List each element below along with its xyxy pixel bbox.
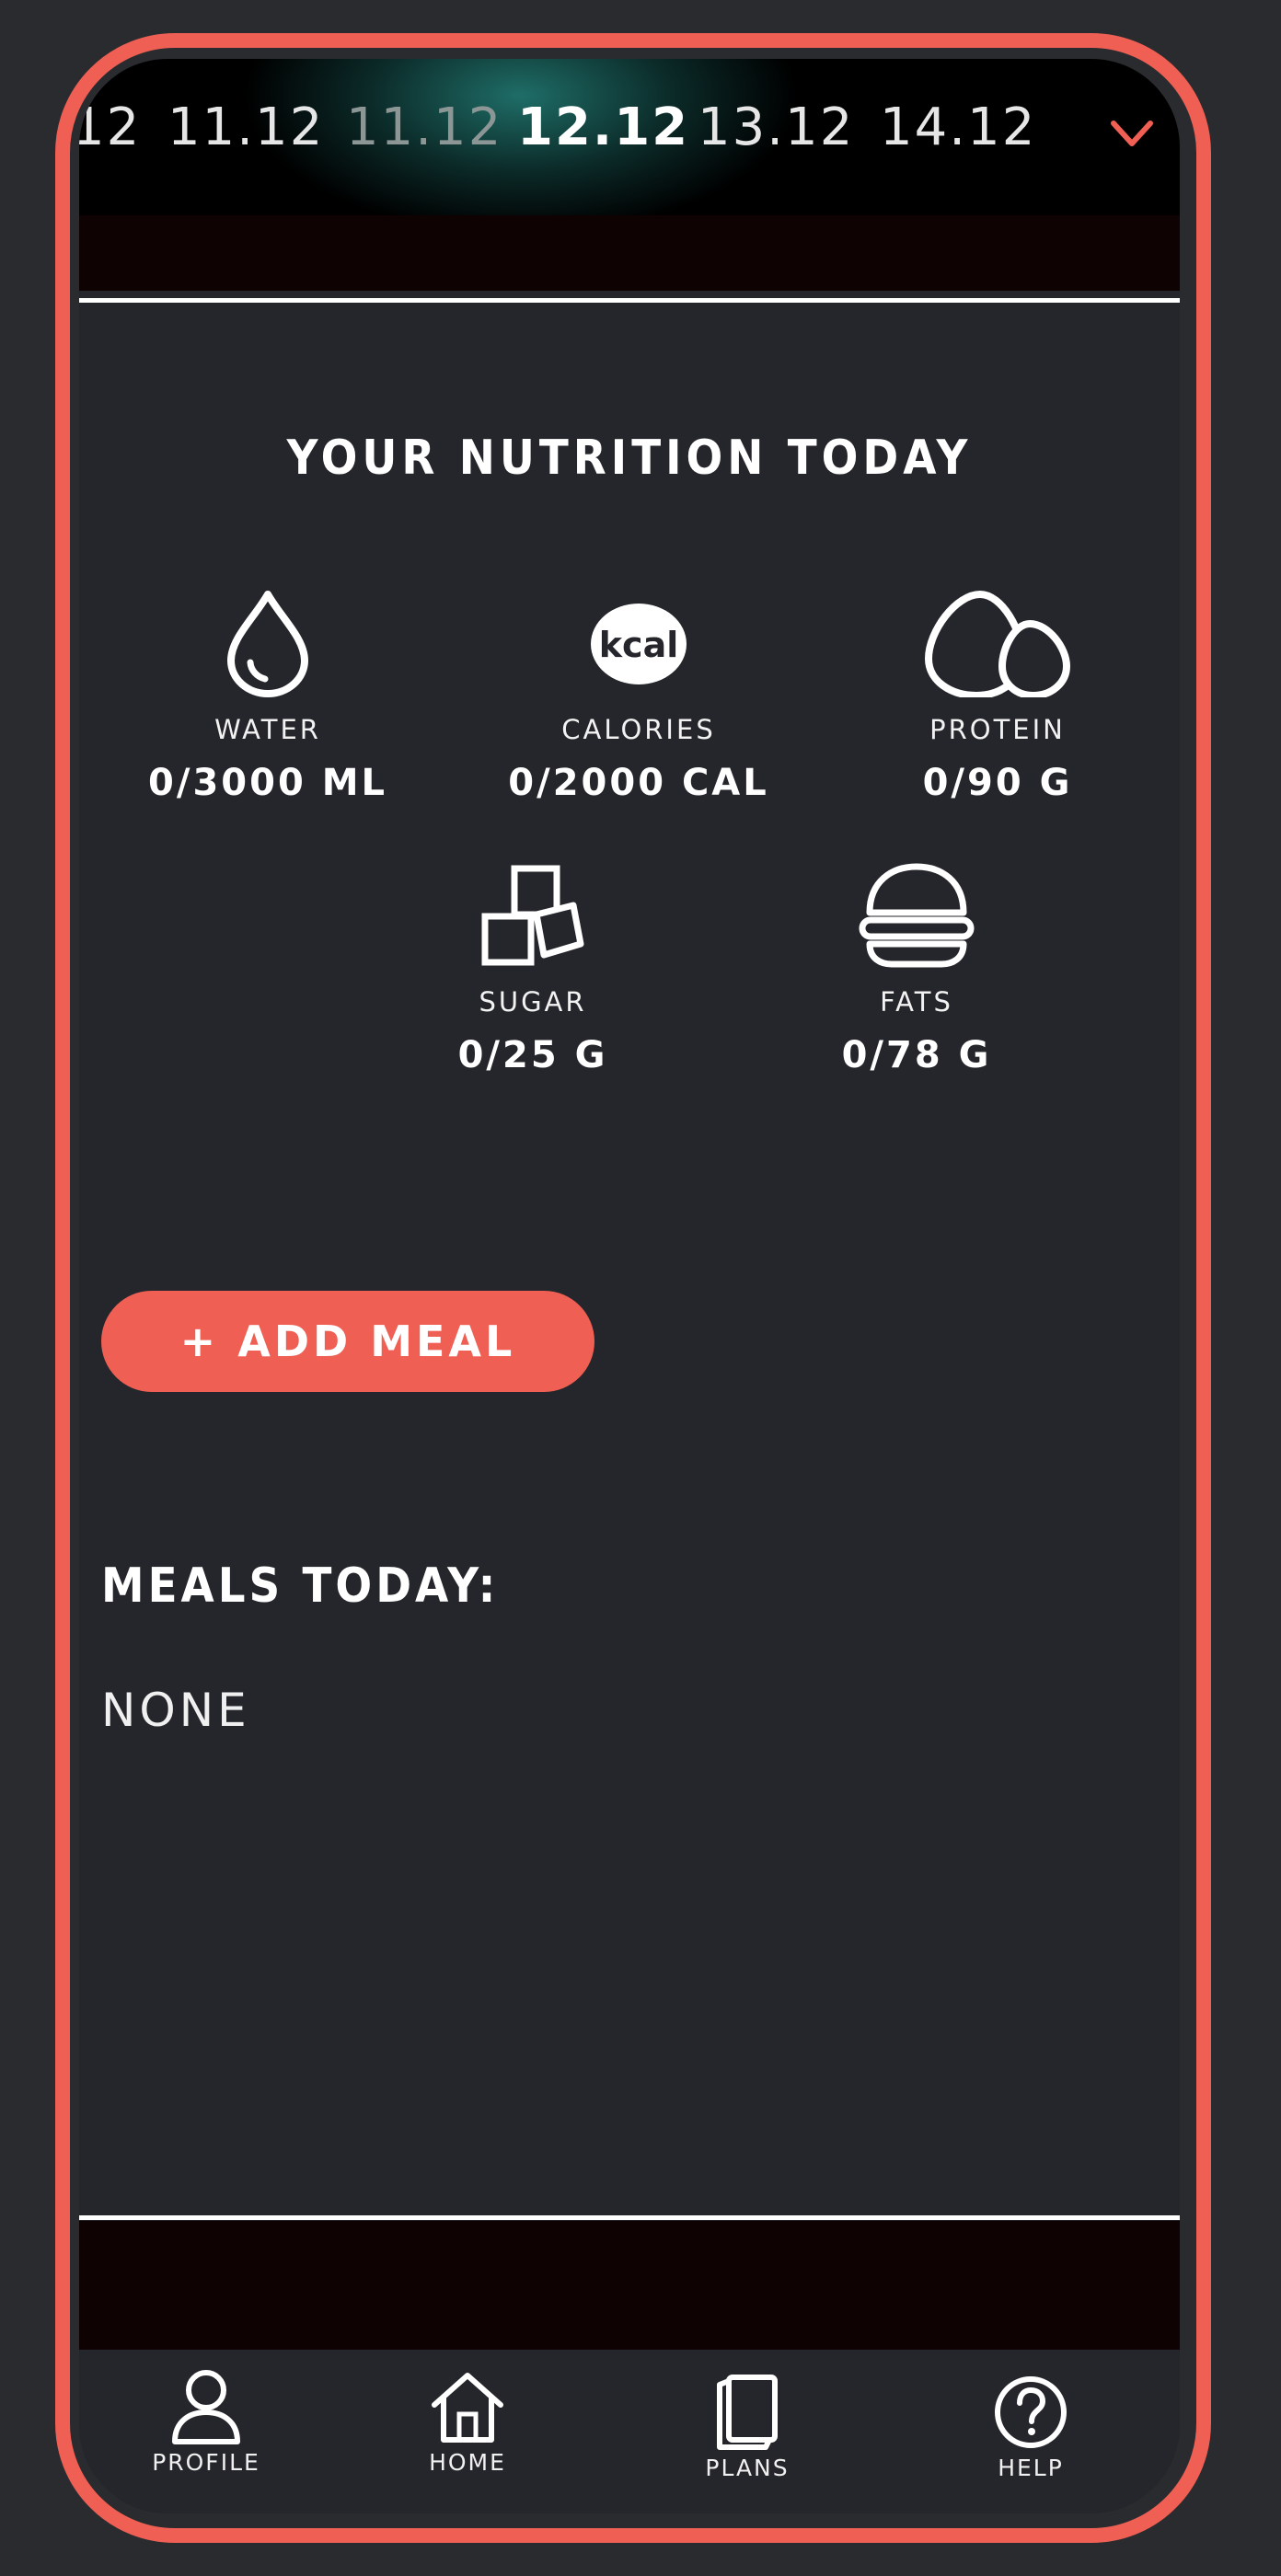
burger-icon bbox=[859, 863, 975, 968]
nav-profile-label: PROFILE bbox=[152, 2449, 260, 2476]
calories-value: 0/2000 CAL bbox=[508, 762, 769, 804]
date-item[interactable]: 12 bbox=[79, 98, 141, 157]
user-icon bbox=[172, 2370, 240, 2444]
nav-plans[interactable]: PLANS bbox=[655, 2374, 839, 2481]
water-stat: WATER 0/3000 ML bbox=[121, 587, 415, 804]
water-value: 0/3000 ML bbox=[148, 762, 387, 804]
protein-label: PROTEIN bbox=[929, 714, 1066, 745]
date-item[interactable]: 11.12 bbox=[346, 98, 502, 157]
calories-stat: kcal CALORIES 0/2000 CAL bbox=[491, 587, 786, 804]
calories-label: CALORIES bbox=[561, 714, 716, 745]
chevron-down-icon[interactable] bbox=[1110, 112, 1154, 156]
nav-home-label: HOME bbox=[429, 2449, 506, 2476]
footer-divider bbox=[79, 2215, 1180, 2220]
add-meal-button[interactable]: + ADD MEAL bbox=[101, 1291, 594, 1392]
date-strip[interactable]: 12 11.12 11.12 12.12 13.12 14.12 bbox=[79, 59, 1180, 215]
kcal-icon-text: kcal bbox=[599, 625, 678, 665]
eggs-icon bbox=[924, 590, 1071, 697]
nav-help-label: HELP bbox=[998, 2455, 1064, 2481]
sugar-label: SUGAR bbox=[479, 986, 587, 1018]
nav-profile[interactable]: PROFILE bbox=[114, 2368, 298, 2476]
notebook-icon bbox=[717, 2375, 778, 2450]
nav-plans-label: PLANS bbox=[705, 2455, 790, 2481]
help-icon bbox=[995, 2376, 1067, 2448]
fats-value: 0/78 G bbox=[841, 1034, 992, 1076]
meals-today-heading: MEALS TODAY: bbox=[101, 1558, 500, 1614]
date-item[interactable]: 11.12 bbox=[167, 98, 324, 157]
footer-band bbox=[79, 2221, 1180, 2350]
nav-help[interactable]: HELP bbox=[939, 2374, 1123, 2481]
protein-stat: PROTEIN 0/90 G bbox=[850, 587, 1145, 804]
home-icon bbox=[432, 2373, 503, 2443]
app-screen: 12 11.12 11.12 12.12 13.12 14.12 YOUR NU… bbox=[79, 59, 1180, 2513]
header-band bbox=[79, 215, 1180, 291]
fats-label: FATS bbox=[880, 986, 953, 1018]
water-label: WATER bbox=[214, 714, 321, 745]
meals-empty-text: NONE bbox=[101, 1684, 250, 1737]
nutrition-title: YOUR NUTRITION TODAY bbox=[286, 431, 973, 486]
header-divider bbox=[79, 298, 1180, 303]
bottom-nav: PROFILE HOME PLANS HELP bbox=[79, 2350, 1180, 2513]
sugar-value: 0/25 G bbox=[457, 1034, 608, 1076]
kcal-icon: kcal bbox=[591, 604, 687, 684]
sugar-stat: SUGAR 0/25 G bbox=[386, 859, 680, 1076]
date-item[interactable]: 13.12 bbox=[698, 98, 854, 157]
water-drop-icon bbox=[227, 591, 308, 697]
date-item[interactable]: 14.12 bbox=[880, 98, 1036, 157]
protein-value: 0/90 G bbox=[922, 762, 1073, 804]
date-item-selected[interactable]: 12.12 bbox=[517, 98, 689, 157]
nav-home[interactable]: HOME bbox=[375, 2368, 560, 2476]
sugar-cubes-icon bbox=[481, 865, 584, 966]
fats-stat: FATS 0/78 G bbox=[769, 859, 1064, 1076]
